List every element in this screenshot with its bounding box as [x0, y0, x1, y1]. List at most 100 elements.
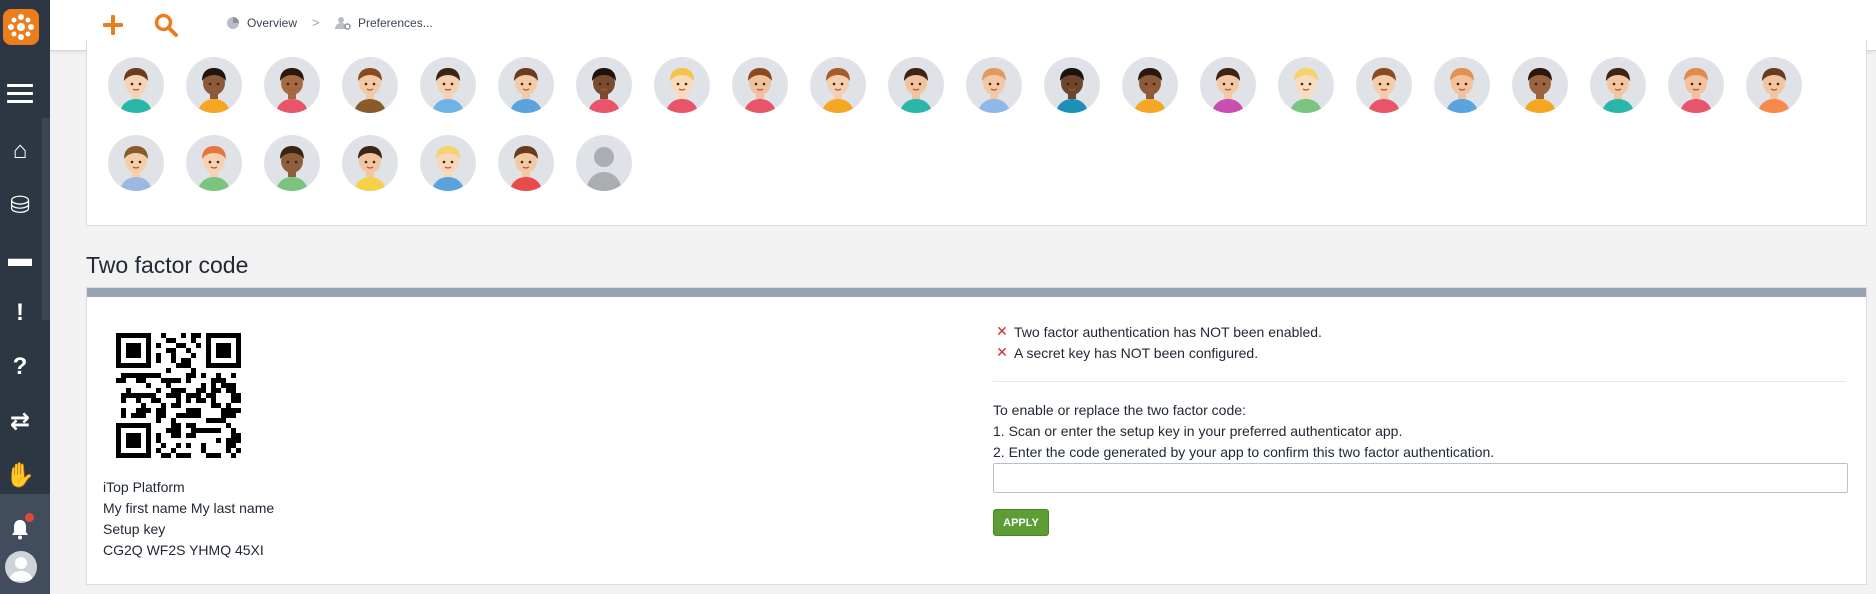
- avatar-option[interactable]: [264, 57, 320, 113]
- person-avatar-icon: [276, 68, 308, 113]
- breadcrumb-preferences-label: Preferences...: [358, 16, 433, 30]
- breadcrumb-overview[interactable]: Overview: [226, 16, 297, 30]
- person-avatar-icon: [1368, 68, 1400, 113]
- avatar-option[interactable]: [1044, 57, 1100, 113]
- avatar-option[interactable]: [1200, 57, 1256, 113]
- database-nav-button[interactable]: ⛁: [0, 185, 40, 225]
- user-settings-icon: [335, 17, 351, 30]
- person-avatar-icon: [1446, 68, 1478, 113]
- notification-badge: [25, 513, 34, 522]
- person-avatar-icon: [432, 146, 464, 191]
- status-2fa-not-enabled: ✕ Two factor authentication has NOT been…: [996, 323, 1322, 340]
- itop-logo[interactable]: [3, 9, 39, 45]
- nav-scrollbar[interactable]: [42, 118, 50, 320]
- avatar-option[interactable]: [1122, 57, 1178, 113]
- avatar-option[interactable]: [420, 135, 476, 191]
- status-secret-text: A secret key has NOT been configured.: [1014, 344, 1259, 361]
- home-icon: ⌂: [12, 137, 28, 164]
- avatar-option[interactable]: [1668, 57, 1724, 113]
- chat-nav-button[interactable]: ▬: [0, 239, 40, 279]
- handshake-nav-button[interactable]: ✋: [0, 455, 40, 495]
- avatar-option[interactable]: [888, 57, 944, 113]
- person-avatar-icon: [510, 68, 542, 113]
- person-avatar-icon: [354, 68, 386, 113]
- breadcrumb-overview-label: Overview: [247, 16, 298, 30]
- person-avatar-icon: [1290, 68, 1322, 113]
- breadcrumb-separator: >: [312, 15, 320, 30]
- person-avatar-icon: [1680, 68, 1712, 113]
- person-avatar-icon: [666, 68, 698, 113]
- person-avatar-icon: [354, 146, 386, 191]
- person-avatar-icon: [198, 146, 230, 191]
- avatar-option[interactable]: [576, 57, 632, 113]
- plus-icon: [103, 15, 123, 35]
- avatar-option[interactable]: [1746, 57, 1802, 113]
- two-factor-code-input[interactable]: [993, 463, 1848, 493]
- apply-button[interactable]: APPLY: [993, 509, 1049, 536]
- avatar-option[interactable]: [654, 57, 710, 113]
- avatar-option[interactable]: [1356, 57, 1412, 113]
- transfer-icon: ⇄: [9, 407, 31, 435]
- handshake-icon: ✋: [5, 461, 35, 489]
- person-avatar-icon: [1602, 68, 1634, 113]
- avatar-option[interactable]: [1590, 57, 1646, 113]
- person-avatar-icon: [198, 68, 230, 113]
- person-avatar-icon: [822, 68, 854, 113]
- avatar-option[interactable]: [1434, 57, 1490, 113]
- person-avatar-icon: [1758, 68, 1790, 113]
- avatar-option[interactable]: [186, 135, 242, 191]
- person-avatar-icon: [588, 68, 620, 113]
- platform-name: iTop Platform: [103, 479, 185, 495]
- person-avatar-icon: [1134, 68, 1166, 113]
- avatar-option[interactable]: [732, 57, 788, 113]
- qr-code: [116, 333, 241, 458]
- avatar-option[interactable]: [1512, 57, 1568, 113]
- avatar-option[interactable]: [498, 135, 554, 191]
- avatar-option[interactable]: [108, 57, 164, 113]
- error-x-icon: ✕: [996, 323, 1008, 339]
- user-icon: [9, 557, 33, 581]
- avatar-option[interactable]: [420, 57, 476, 113]
- instructions-intro: To enable or replace the two factor code…: [993, 402, 1246, 418]
- hamburger-icon: [7, 84, 33, 103]
- person-avatar-icon: [120, 68, 152, 113]
- avatar-option[interactable]: [810, 57, 866, 113]
- avatar-option[interactable]: [498, 57, 554, 113]
- instruction-step-2: 2. Enter the code generated by your app …: [993, 444, 1495, 460]
- avatar-option[interactable]: [186, 57, 242, 113]
- person-avatar-icon: [510, 146, 542, 191]
- avatar-option[interactable]: [342, 135, 398, 191]
- person-avatar-icon: [900, 68, 932, 113]
- left-navigation: ⌂ ⛁ ▬!? ⇄ ✋: [0, 0, 50, 594]
- status-secret-not-configured: ✕ A secret key has NOT been configured.: [996, 344, 1258, 361]
- help-icon: ?: [12, 353, 28, 380]
- notifications-button[interactable]: [0, 509, 40, 549]
- avatar-option[interactable]: [1278, 57, 1334, 113]
- user-avatar[interactable]: [5, 551, 37, 583]
- transfer-nav-button[interactable]: ⇄: [0, 401, 40, 441]
- home-nav-button[interactable]: ⌂: [0, 131, 40, 171]
- person-avatar-icon: [276, 146, 308, 191]
- setup-key-value: CG2Q WF2S YHMQ 45XI: [103, 542, 264, 558]
- search-button[interactable]: [151, 10, 181, 40]
- pie-chart-icon: [227, 17, 239, 29]
- help-nav-button[interactable]: ?: [0, 347, 40, 387]
- person-avatar-icon: [1524, 68, 1556, 113]
- avatar-option[interactable]: [966, 57, 1022, 113]
- avatar-option[interactable]: [342, 57, 398, 113]
- avatar-option[interactable]: [576, 135, 632, 191]
- alert-nav-button[interactable]: !: [0, 293, 40, 333]
- status-2fa-text: Two factor authentication has NOT been e…: [1014, 323, 1322, 340]
- logo-icon: [8, 14, 34, 40]
- breadcrumb-preferences[interactable]: Preferences...: [335, 16, 433, 30]
- error-x-icon: ✕: [996, 344, 1008, 360]
- database-icon: ⛁: [9, 191, 31, 219]
- person-avatar-icon: [978, 68, 1010, 113]
- person-avatar-icon: [1056, 68, 1088, 113]
- menu-toggle-button[interactable]: [0, 73, 40, 113]
- search-icon: [154, 13, 178, 37]
- avatar-option[interactable]: [108, 135, 164, 191]
- new-button[interactable]: [98, 10, 128, 40]
- avatar-option[interactable]: [264, 135, 320, 191]
- two-factor-panel: iTop Platform My first name My last name…: [86, 287, 1867, 585]
